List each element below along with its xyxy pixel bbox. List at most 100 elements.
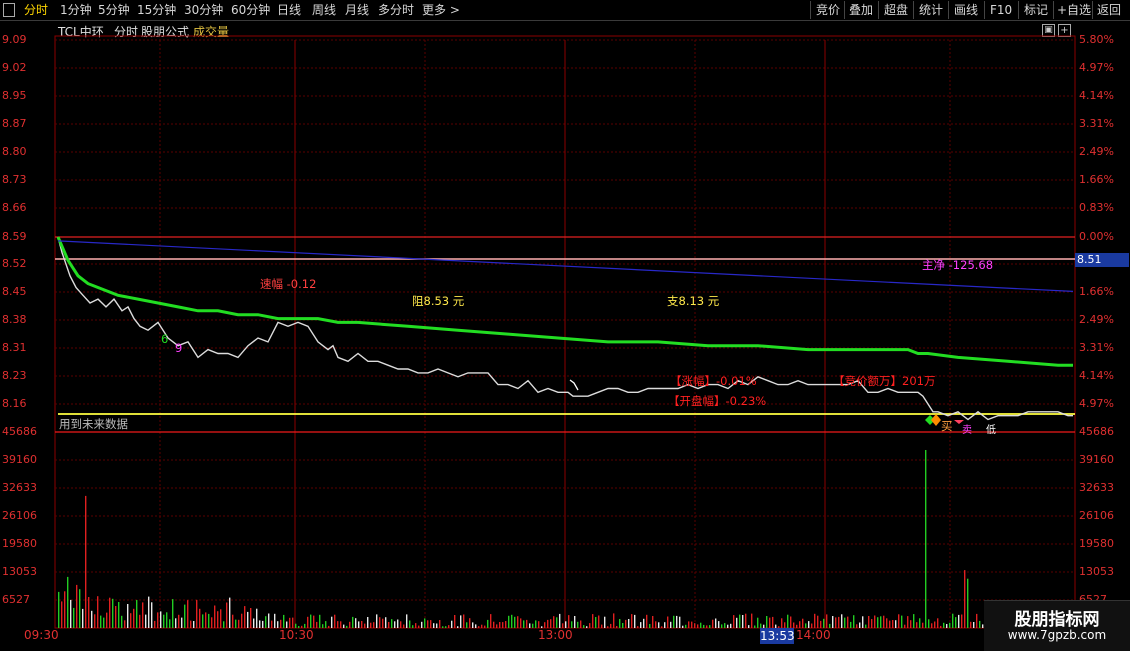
volume-bar (142, 602, 144, 628)
pct-tick-label: 2.49% (1079, 145, 1114, 158)
volume-bar (529, 623, 531, 628)
volume-bar (244, 606, 246, 628)
volume-tick-label: 13053 (2, 565, 37, 578)
volume-bar (328, 625, 330, 628)
volume-bar (211, 617, 213, 628)
volume-bar (670, 621, 672, 628)
volume-bar (223, 621, 225, 628)
volume-bar (340, 621, 342, 628)
volume-bar (526, 619, 528, 628)
volume-bar (97, 596, 99, 628)
volume-bar (352, 616, 354, 628)
price-tick-label: 8.73 (2, 173, 27, 186)
volume-bar (88, 597, 90, 628)
volume-bar (592, 614, 594, 628)
volume-bar (160, 611, 162, 628)
volume-bar (193, 621, 195, 628)
pct-tick-label: 4.14% (1079, 89, 1114, 102)
volume-bar (757, 617, 759, 628)
volume-bar (628, 619, 630, 628)
volume-bar (229, 597, 231, 628)
volume-bar (886, 618, 888, 628)
volume-bar (325, 621, 327, 628)
volume-bar (466, 622, 468, 628)
volume-bar (469, 618, 471, 628)
volume-bar (781, 618, 783, 628)
intraday-chart[interactable] (0, 0, 1130, 650)
volume-bar (610, 623, 612, 628)
volume-bar (952, 613, 954, 628)
volume-bar (964, 570, 966, 628)
volume-bar (109, 597, 111, 628)
volume-bar (616, 626, 618, 628)
volume-bar (427, 620, 429, 628)
volume-bar (163, 614, 165, 628)
volume-bar (130, 613, 132, 628)
pct-tick-label: 0.83% (1079, 201, 1114, 214)
volume-bar (751, 613, 753, 628)
volume-bar (70, 599, 72, 628)
volume-bar (403, 624, 405, 628)
volume-bar (556, 617, 558, 628)
volume-bar (841, 614, 843, 628)
volume-bar (79, 589, 81, 628)
main-net-annotation: 主净 -125.68 (922, 258, 994, 272)
volume-bar (604, 616, 606, 628)
volume-bar (559, 613, 561, 628)
volume-bar (433, 623, 435, 628)
volume-tick-label: 13053 (1079, 565, 1114, 578)
volume-bar (226, 602, 228, 628)
volume-bar (622, 623, 624, 628)
volume-bar (322, 624, 324, 628)
volume-tick-label: 26106 (2, 509, 37, 522)
volume-bar (790, 616, 792, 628)
volume-bar (334, 614, 336, 628)
volume-bar (124, 620, 126, 628)
volume-bar (100, 615, 102, 628)
volume-bar (373, 622, 375, 628)
sell-signal: 卖 (962, 425, 972, 436)
volume-bar (385, 617, 387, 628)
marker-six: 6 (161, 332, 169, 346)
volume-bar (961, 614, 963, 628)
volume-bar (250, 608, 252, 628)
price-tick-label: 8.59 (2, 230, 27, 243)
volume-bar (421, 621, 423, 628)
volume-bar (154, 620, 156, 628)
volume-bar (658, 622, 660, 628)
volume-bar (643, 618, 645, 628)
volume-bar (172, 599, 174, 628)
volume-bar (949, 622, 951, 628)
volume-bar (607, 626, 609, 628)
volume-bar (499, 622, 501, 628)
volume-bar (634, 614, 636, 628)
volume-bar (238, 619, 240, 628)
volume-bar (445, 626, 447, 628)
price-tick-label: 8.80 (2, 145, 27, 158)
volume-bar (742, 615, 744, 628)
volume-tick-label: 39160 (1079, 453, 1114, 466)
cursor-arrow-icon (569, 379, 579, 391)
volume-bar (472, 622, 474, 628)
volume-bar (331, 616, 333, 628)
auction-amount-annotation: 【竞价额万】201万 (833, 374, 936, 388)
volume-bar (910, 620, 912, 628)
volume-bar (874, 615, 876, 628)
volume-bar (721, 624, 723, 628)
volume-bar (205, 612, 207, 628)
pct-tick-label: 4.14% (1079, 369, 1114, 382)
price-tick-label: 8.31 (2, 341, 27, 354)
volume-bar (517, 616, 519, 628)
volume-bar (58, 591, 60, 628)
volume-bar (382, 618, 384, 628)
volume-bar (682, 625, 684, 628)
volume-bar (115, 606, 117, 628)
volume-bar (826, 614, 828, 628)
time-label-1030: 10:30 (279, 628, 314, 642)
volume-bar (208, 613, 210, 628)
volume-bar (676, 615, 678, 628)
volume-bar (127, 604, 129, 628)
volume-bar (415, 623, 417, 628)
volume-bar (73, 607, 75, 628)
volume-bar (925, 450, 927, 628)
